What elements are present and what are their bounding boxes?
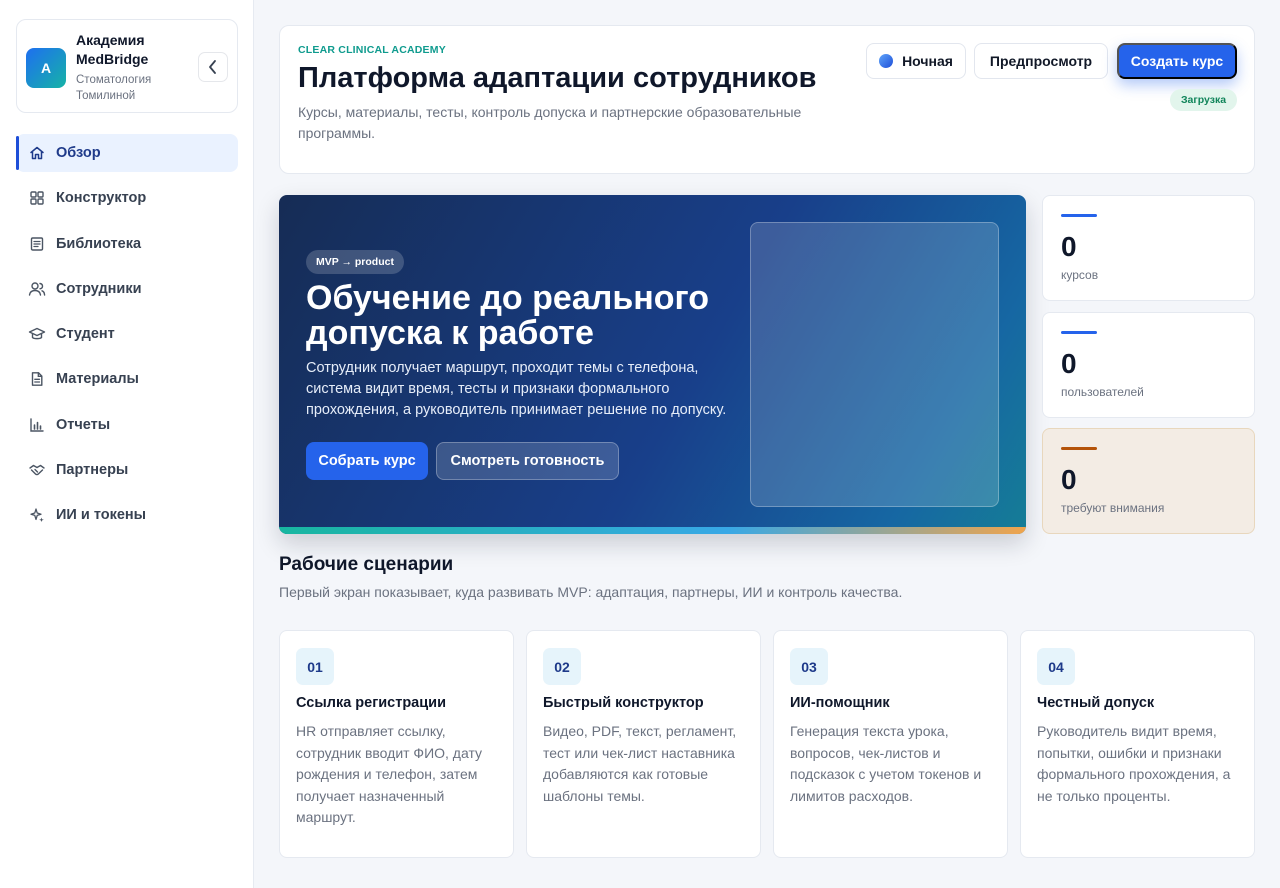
scenario-card-builder[interactable]: 02 Быстрый конструктор Видео, PDF, текст… xyxy=(526,630,761,858)
sidebar-item-builder[interactable]: Конструктор xyxy=(16,179,238,217)
card-title: ИИ-помощник xyxy=(790,695,890,711)
sidebar-item-label: Обзор xyxy=(56,145,101,161)
stat-card-users: 0 пользователей xyxy=(1042,312,1255,418)
brand-subtitle: Стоматология Томилиной xyxy=(76,74,152,102)
sidebar-item-label: Конструктор xyxy=(56,190,147,207)
sidebar-item-label: Отчеты xyxy=(56,416,111,433)
scenario-card-admission[interactable]: 04 Честный допуск Руководитель видит вре… xyxy=(1020,630,1255,858)
brand-card: A Академия MedBridge Стоматология Томили… xyxy=(16,19,238,113)
stat-accent-bar xyxy=(1061,214,1097,217)
stat-label: курсов xyxy=(1061,268,1099,282)
sidebar-item-reports[interactable]: Отчеты xyxy=(16,406,238,444)
hero-preview-panel xyxy=(750,222,999,507)
sidebar: A Академия MedBridge Стоматология Томили… xyxy=(0,0,254,888)
users-icon xyxy=(28,280,46,298)
brand-logo: A xyxy=(26,48,66,88)
bar-chart-icon xyxy=(28,416,46,434)
card-number: 04 xyxy=(1037,648,1075,685)
card-title: Ссылка регистрации xyxy=(296,695,446,711)
sidebar-nav: Обзор Конструктор Библиотека Сотрудники … xyxy=(16,134,238,542)
sidebar-item-ai-tokens[interactable]: ИИ и токены xyxy=(16,496,238,534)
hero-accent-bar xyxy=(279,527,1026,534)
graduation-cap-icon xyxy=(28,325,46,343)
card-text: Генерация текста урока, вопросов, чек-ли… xyxy=(790,723,982,804)
stat-card-courses: 0 курсов xyxy=(1042,195,1255,301)
scenarios-title: Рабочие сценарии xyxy=(279,554,454,575)
hero-banner: MVP → product Обучение до реального допу… xyxy=(279,195,1026,534)
sidebar-item-label: Партнеры xyxy=(56,462,129,479)
sidebar-item-label: ИИ и токены xyxy=(56,507,147,524)
build-course-button[interactable]: Собрать курс xyxy=(306,442,428,480)
stat-label: пользователей xyxy=(1061,385,1144,399)
view-readiness-button[interactable]: Смотреть готовность xyxy=(436,442,619,480)
stat-value: 0 xyxy=(1061,464,1077,495)
grid-icon xyxy=(28,189,46,207)
sidebar-item-label: Студент xyxy=(56,326,115,343)
hero-title: Обучение до реального допуска к работе xyxy=(306,279,710,352)
sidebar-item-library[interactable]: Библиотека xyxy=(16,225,238,263)
night-mode-button[interactable]: Ночная xyxy=(866,43,966,79)
card-title: Быстрый конструктор xyxy=(543,695,704,711)
home-icon xyxy=(28,144,46,162)
brand-name: Академия MedBridge xyxy=(76,32,149,67)
scenario-card-registration[interactable]: 01 Ссылка регистрации HR отправляет ссыл… xyxy=(279,630,514,858)
stat-label: требуют внимания xyxy=(1061,501,1165,515)
sidebar-item-materials[interactable]: Материалы xyxy=(16,360,238,398)
sidebar-item-student[interactable]: Студент xyxy=(16,315,238,353)
sparkles-icon xyxy=(28,506,46,524)
stat-value: 0 xyxy=(1061,348,1077,379)
card-number: 03 xyxy=(790,648,828,685)
sidebar-item-label: Сотрудники xyxy=(56,280,142,297)
eyebrow-label: CLEAR CLINICAL ACADEMY xyxy=(298,44,446,56)
sidebar-item-partners[interactable]: Партнеры xyxy=(16,451,238,489)
card-number: 02 xyxy=(543,648,581,685)
page-header: CLEAR CLINICAL ACADEMY Платформа адаптац… xyxy=(279,25,1255,174)
card-text: Руководитель видит время, попытки, ошибк… xyxy=(1037,723,1231,804)
hero-chip: MVP → product xyxy=(306,250,404,274)
card-text: Видео, PDF, текст, регламент, тест или ч… xyxy=(543,723,737,804)
night-mode-label: Ночная xyxy=(902,53,953,69)
stat-value: 0 xyxy=(1061,231,1077,262)
stat-accent-bar xyxy=(1061,447,1097,450)
sidebar-item-employees[interactable]: Сотрудники xyxy=(16,270,238,308)
page-title: Платформа адаптации сотрудников xyxy=(298,62,817,94)
card-number: 01 xyxy=(296,648,334,685)
book-icon xyxy=(28,235,46,253)
page-description: Курсы, материалы, тесты, контроль допуск… xyxy=(298,104,802,141)
card-title: Честный допуск xyxy=(1037,695,1155,711)
stat-card-attention: 0 требуют внимания xyxy=(1042,428,1255,534)
hero-text: Сотрудник получает маршрут, проходит тем… xyxy=(306,360,727,418)
create-course-button[interactable]: Создать курс xyxy=(1117,43,1237,79)
sidebar-item-overview[interactable]: Обзор xyxy=(16,134,238,172)
moon-icon xyxy=(879,54,894,68)
sidebar-item-label: Библиотека xyxy=(56,235,142,252)
status-badge: Загрузка xyxy=(1170,89,1237,111)
document-icon xyxy=(28,370,46,388)
sidebar-item-label: Материалы xyxy=(56,371,139,388)
stat-accent-bar xyxy=(1061,331,1097,334)
preview-button[interactable]: Предпросмотр xyxy=(974,43,1108,79)
card-text: HR отправляет ссылку, сотрудник вводит Ф… xyxy=(296,723,483,825)
chevron-left-icon xyxy=(209,60,216,74)
handshake-icon xyxy=(28,461,46,479)
scenario-card-ai-assistant[interactable]: 03 ИИ-помощник Генерация текста урока, в… xyxy=(773,630,1008,858)
scenarios-subtitle: Первый экран показывает, куда развивать … xyxy=(279,584,903,600)
collapse-sidebar-button[interactable] xyxy=(198,52,228,82)
